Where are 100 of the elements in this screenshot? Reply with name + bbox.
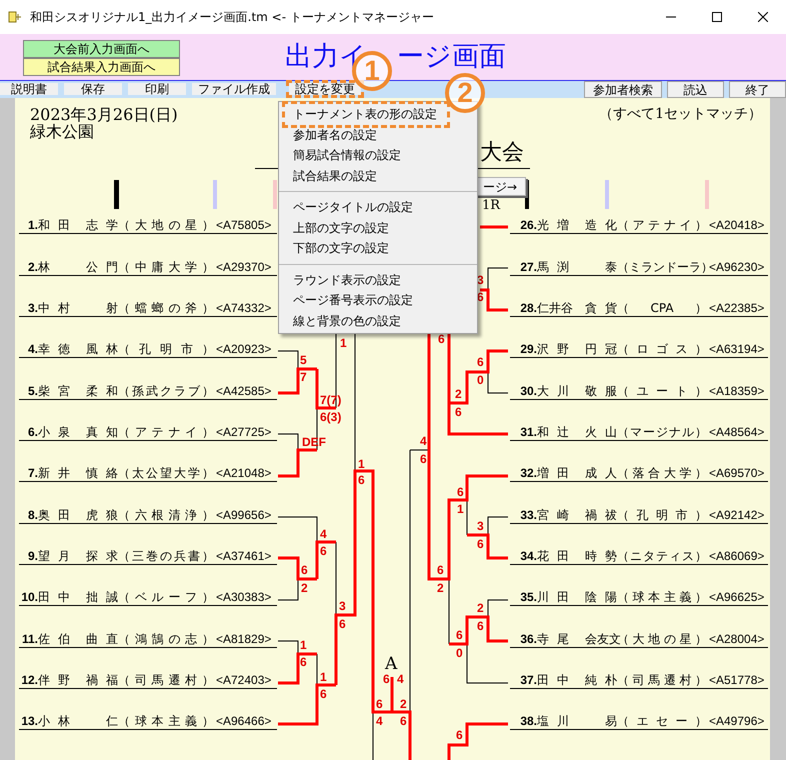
score-label: 3	[477, 273, 484, 287]
participant-entry: 38.塩川 易（エセー） <A49796>	[519, 714, 764, 730]
score-label: 4	[320, 527, 327, 541]
participant-entry: 31.和辻 火山（マージナル） <A48564>	[519, 424, 764, 440]
score-label: 6	[358, 473, 365, 487]
participant-entry: 36.寺尾 会友文（大地の星） <A28004>	[519, 632, 764, 647]
toolbar-button[interactable]: 終了	[729, 81, 786, 98]
menu-item[interactable]: ラウンド表示の設定	[285, 270, 447, 290]
score-label: 6(3)	[320, 410, 342, 424]
score-label: 6	[376, 697, 383, 711]
score-label: 2	[301, 581, 308, 595]
toolbar-button[interactable]: 設定を変更	[289, 83, 361, 95]
participant-entry: 4.幸徳 風林（孔明市） <A20923>	[26, 342, 272, 358]
score-label: 7	[300, 370, 307, 384]
toolbar-button[interactable]: 読込	[667, 81, 724, 98]
score-label: 4	[397, 672, 404, 686]
score-label: 6	[400, 714, 407, 728]
score-label: 4	[420, 434, 427, 448]
score-label: 2	[400, 697, 407, 711]
menu-item[interactable]: ページ番号表示の設定	[285, 290, 447, 310]
nav-button[interactable]: 大会前入力画面へ	[23, 40, 180, 58]
score-label: 6	[438, 332, 445, 346]
score-label: 2	[437, 581, 444, 595]
score-label: 6	[420, 452, 427, 466]
participant-entry: 7.新井 慎絡（太公望大学） <A21048>	[26, 466, 272, 482]
participant-entry: 29.沢野 円冠（ロゴス） <A63194>	[519, 342, 764, 358]
round-marker	[605, 180, 609, 209]
participant-entry: 8.奥田 虎狼（六根清浄） <A99656>	[26, 508, 272, 523]
score-label: 6	[477, 355, 484, 369]
participant-entry: 26.光増 造化（アテナイ） <A20418>	[519, 218, 764, 234]
app-icon	[8, 10, 22, 24]
score-label: 6	[456, 628, 463, 642]
menu-item[interactable]: トーナメント表の形の設定	[285, 104, 447, 124]
score-label: 2	[477, 601, 484, 615]
score-label: 6	[437, 563, 444, 577]
score-label: 3	[339, 599, 346, 613]
score-label: 6	[339, 617, 346, 631]
score-label: 6	[383, 672, 390, 686]
participant-entry: 27.馬渕 泰（ミランドーラ）<A96230>	[519, 260, 764, 275]
menu-item[interactable]: 参加者名の設定	[285, 124, 447, 145]
participant-entry: 12.伴野 禍福（司馬遷村） <A72403>	[20, 672, 272, 688]
tournament-title: 大会	[480, 140, 524, 166]
participant-entry: 13.小林 仁（球本主義） <A96466>	[20, 714, 272, 730]
score-label: 6	[457, 485, 464, 499]
score-label: 6	[300, 655, 307, 669]
score-label: 6	[477, 537, 484, 551]
menu-item[interactable]: 線と背景の色の設定	[285, 310, 447, 331]
menu-item[interactable]: ページタイトルの設定	[285, 197, 447, 218]
round-marker	[114, 180, 119, 209]
score-label: 6	[320, 544, 327, 558]
score-label: 6	[455, 405, 462, 419]
menu-item[interactable]: 下部の文字の設定	[285, 238, 447, 258]
score-label: 1	[300, 638, 307, 652]
final-label: A	[385, 655, 398, 673]
participant-entry: 11.佐伯 曲直（鴻鵠の志） <A81829>	[20, 632, 272, 647]
participant-entry: 34.花田 時勢（ニタティス） <A86069>	[519, 548, 764, 564]
score-label: 0	[456, 646, 463, 660]
participant-entry: 10.田中 拙誠（ベルーフ） <A30383>	[20, 590, 272, 606]
match-format: （すべて1セットマッチ）	[599, 106, 762, 123]
score-label: 6	[456, 728, 463, 742]
event-date: 2023年3月26日(日)	[30, 106, 178, 123]
toolbar-button[interactable]: 印刷	[128, 83, 186, 95]
score-label: 2	[455, 387, 462, 401]
toolbar-button[interactable]: 参加者検索	[584, 81, 662, 98]
round-marker	[213, 180, 217, 209]
window-title: 和田シスオリジナル1_出力イメージ画面.tm <- トーナメントマネージャー	[30, 9, 434, 26]
participant-entry: 9.望月 探求（三巻の兵書） <A37461>	[26, 548, 272, 564]
score-label: 4	[376, 714, 383, 728]
round-marker	[273, 180, 277, 209]
toolbar-button[interactable]: ファイル作成	[192, 83, 276, 95]
close-icon	[758, 12, 768, 22]
participant-entry: 2.林 公門（中庸大学） <A29370>	[26, 260, 272, 275]
participant-entry: 3.中村 射（蟷螂の斧） <A74332>	[26, 300, 272, 316]
participant-entry: 1.和田 志学（大地の星） <A75805>	[26, 218, 272, 234]
score-label: 1	[340, 336, 347, 350]
participant-entry: 30.大川 敬服（ユート） <A18359>	[519, 384, 764, 399]
score-label: 0	[477, 373, 484, 387]
participant-entry: 35.川田 陰陽（球本主義） <A96625>	[519, 590, 764, 606]
nav-button[interactable]: 試合結果入力画面へ	[23, 58, 180, 76]
round-marker	[705, 180, 709, 209]
participant-entry: 5.柴宮 柔和（孫武クラブ） <A42585>	[26, 384, 272, 399]
score-label: 1	[320, 670, 327, 684]
maximize-icon	[712, 12, 722, 22]
screen-title: ージ画面	[397, 41, 506, 73]
participant-entry: 28.仁井谷 貪貨（CPA） <A22385>	[519, 300, 764, 316]
menu-item[interactable]: 簡易試合情報の設定	[285, 145, 447, 166]
toolbar-button[interactable]: 保存	[64, 83, 122, 95]
score-label: 1	[457, 502, 464, 516]
participant-entry: 33.宮崎 禍祓（孔明市） <A92142>	[519, 508, 764, 523]
toolbar-button[interactable]: 説明書	[0, 83, 58, 95]
score-label: 6	[301, 563, 308, 577]
participant-entry: 6.小泉 真知（アテナイ） <A27725>	[26, 424, 272, 440]
score-label: 6	[320, 687, 327, 701]
score-label: 3	[477, 519, 484, 533]
participant-entry: 37.田中 純朴（司馬遷村） <A51778>	[519, 672, 764, 688]
menu-item[interactable]: 上部の文字の設定	[285, 218, 447, 238]
score-label: 5	[300, 353, 307, 367]
score-label: 6	[477, 619, 484, 633]
round-label: 1R	[482, 198, 500, 213]
event-venue: 緑木公園	[30, 123, 95, 140]
